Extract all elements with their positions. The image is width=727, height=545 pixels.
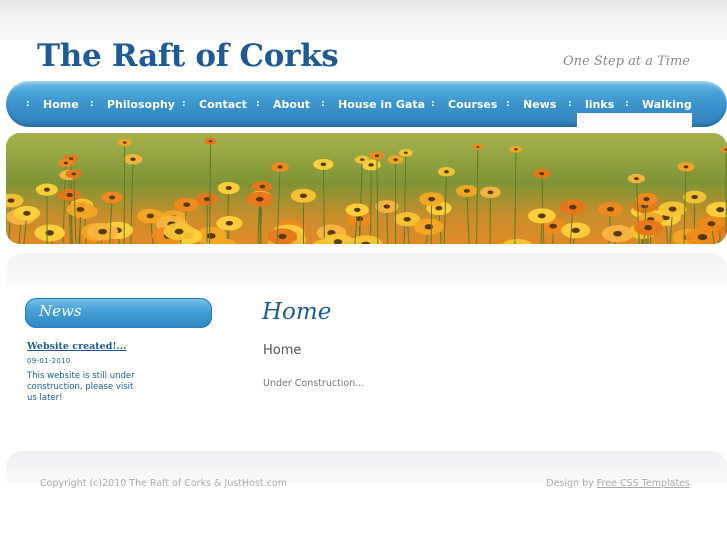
footer-copyright: Copyright (c)2010 The Raft of Corks & Ju… — [40, 478, 287, 489]
nav-separator: : — [182, 99, 186, 109]
flower-field-illustration — [6, 133, 727, 244]
nav-separator: : — [321, 99, 325, 109]
nav-item-home[interactable]: Home — [43, 98, 79, 112]
nav-separator: : — [90, 99, 94, 109]
header-banner-image — [6, 133, 727, 244]
footer-design-credit: Design by Free CSS Templates. — [546, 478, 693, 489]
nav-separator: : — [431, 99, 435, 109]
nav-item-philosophy[interactable]: Philosophy — [107, 98, 175, 112]
news-heading: News — [39, 302, 82, 320]
nav-item-walking[interactable]: Walking — [642, 98, 692, 112]
nav-separator: : — [506, 99, 510, 109]
page-subheading: Home — [263, 343, 302, 358]
nav-item-news[interactable]: News — [523, 98, 556, 112]
nav-item-courses[interactable]: Courses — [448, 98, 497, 112]
flower-shape — [267, 228, 298, 244]
nav-item-house-in-gata[interactable]: House in Gata — [338, 98, 425, 112]
nav-separator: : — [26, 99, 30, 109]
nav-separator: : — [568, 99, 572, 109]
news-entry-link[interactable]: Website created!... — [27, 341, 126, 352]
page-body-text: Under Construction... — [263, 378, 365, 389]
top-strip — [0, 0, 727, 40]
nav-item-about[interactable]: About — [273, 98, 310, 112]
news-entry-text: This website is still under construction… — [27, 371, 135, 403]
free-css-templates-link[interactable]: Free CSS Templates — [597, 478, 690, 489]
site-tagline: One Step at a Time — [563, 54, 690, 69]
content-top-bar — [6, 253, 727, 285]
nav-item-links[interactable]: links — [585, 98, 614, 112]
news-entry-date: 09-01-2010 — [27, 357, 71, 365]
page-heading: Home — [262, 299, 332, 325]
nav-separator: : — [625, 99, 629, 109]
nav-item-contact[interactable]: Contact — [199, 98, 247, 112]
site-title[interactable]: The Raft of Corks — [37, 38, 339, 74]
nav-active-indicator — [577, 113, 692, 127]
nav-separator: : — [256, 99, 260, 109]
design-credit-suffix: . — [689, 478, 693, 489]
design-credit-prefix: Design by — [546, 478, 594, 489]
